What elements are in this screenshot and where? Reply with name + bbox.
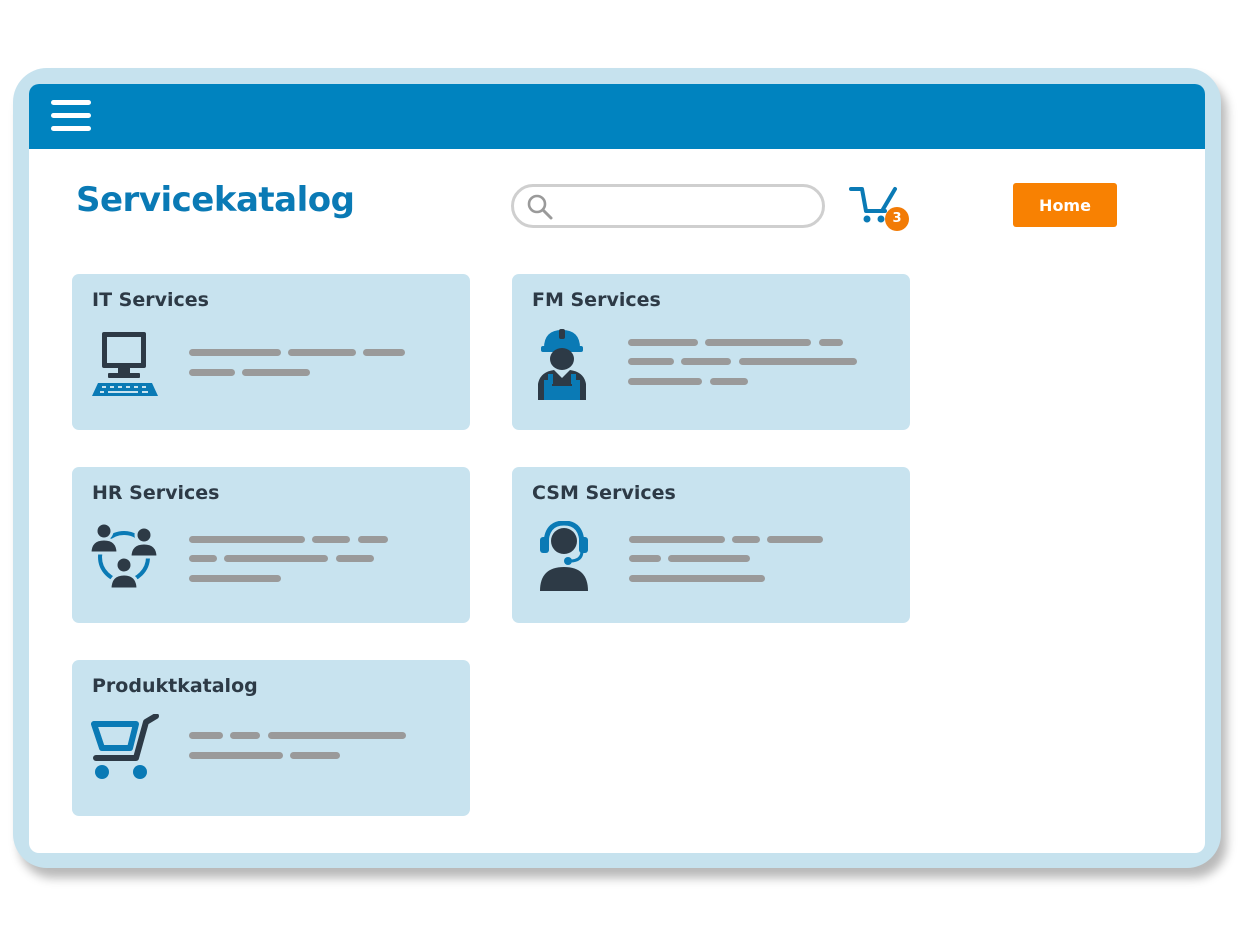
text-placeholder-line — [629, 575, 765, 582]
text-placeholder-line — [628, 378, 702, 385]
hamburger-menu-icon[interactable] — [51, 100, 93, 134]
top-bar — [29, 84, 1205, 149]
text-placeholder-line — [668, 555, 750, 562]
text-placeholder-line — [189, 752, 283, 759]
text-placeholder-line — [628, 358, 674, 365]
construction-worker-icon — [538, 329, 586, 400]
device-frame: Servicekatalog 3 Home IT Services FM Ser… — [13, 68, 1221, 868]
text-placeholder-line — [189, 369, 235, 376]
card-title: FM Services — [532, 289, 661, 311]
text-placeholder-line — [288, 349, 356, 356]
app-screen: Servicekatalog 3 Home IT Services FM Ser… — [29, 84, 1205, 853]
text-placeholder-line — [189, 349, 281, 356]
cart-button[interactable]: 3 — [849, 183, 913, 233]
text-placeholder-line — [629, 555, 661, 562]
card-csm-services[interactable]: CSM Services — [512, 467, 910, 623]
card-produktkatalog[interactable]: Produktkatalog — [72, 660, 470, 816]
text-placeholder-line — [336, 555, 374, 562]
text-placeholder-line — [705, 339, 811, 346]
card-hr-services[interactable]: HR Services — [72, 467, 470, 623]
card-fm-services[interactable]: FM Services — [512, 274, 910, 430]
page-title: Servicekatalog — [76, 180, 355, 220]
text-placeholder-line — [189, 536, 305, 543]
search-icon — [527, 194, 553, 220]
text-placeholder-line — [189, 575, 281, 582]
text-placeholder-line — [739, 358, 857, 365]
text-placeholder-line — [710, 378, 748, 385]
people-network-icon — [90, 521, 160, 591]
headset-agent-icon — [540, 521, 588, 591]
text-placeholder-line — [312, 536, 350, 543]
text-placeholder-line — [363, 349, 405, 356]
card-title: Produktkatalog — [92, 675, 258, 697]
text-placeholder-line — [189, 732, 223, 739]
text-placeholder-line — [767, 536, 823, 543]
computer-icon — [92, 332, 158, 396]
text-placeholder-line — [628, 339, 698, 346]
text-placeholder-line — [189, 555, 217, 562]
cart-count-badge: 3 — [885, 207, 909, 231]
card-it-services[interactable]: IT Services — [72, 274, 470, 430]
text-placeholder-line — [358, 536, 388, 543]
card-title: CSM Services — [532, 482, 676, 504]
text-placeholder-line — [732, 536, 760, 543]
text-placeholder-line — [629, 536, 725, 543]
text-placeholder-line — [230, 732, 260, 739]
text-placeholder-line — [819, 339, 843, 346]
text-placeholder-line — [268, 732, 406, 739]
home-button[interactable]: Home — [1013, 183, 1117, 227]
text-placeholder-line — [224, 555, 328, 562]
text-placeholder-line — [290, 752, 340, 759]
text-placeholder-line — [681, 358, 731, 365]
shopping-cart-icon — [91, 714, 159, 779]
search-bar[interactable] — [511, 184, 825, 228]
card-title: IT Services — [92, 289, 209, 311]
text-placeholder-line — [242, 369, 310, 376]
card-title: HR Services — [92, 482, 220, 504]
search-input[interactable] — [560, 191, 814, 221]
